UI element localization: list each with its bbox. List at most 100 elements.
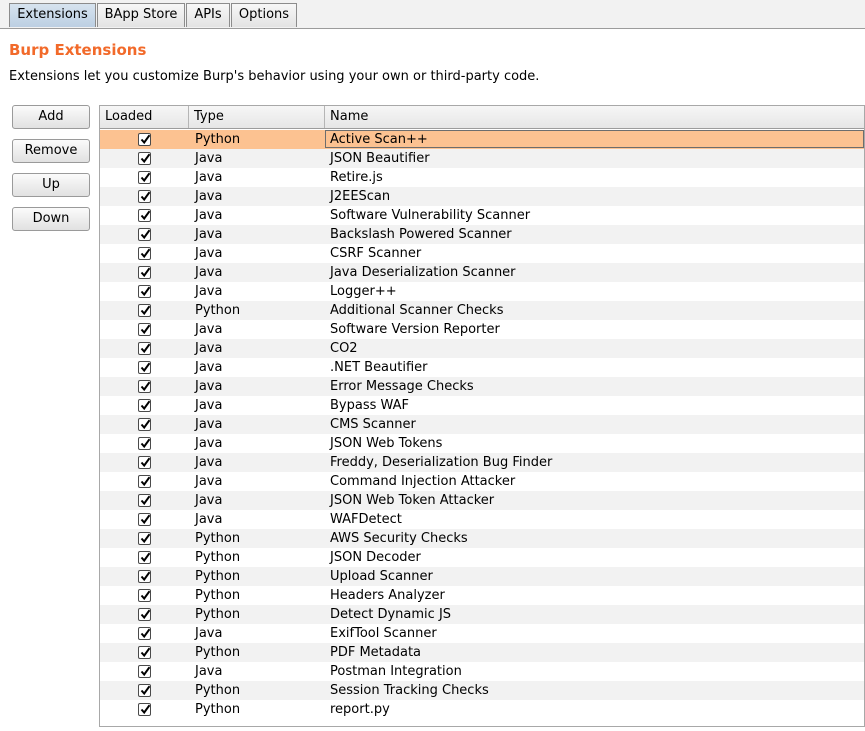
cell-name: AWS Security Checks: [330, 531, 468, 546]
loaded-checkbox[interactable]: [138, 228, 151, 241]
cell-name: Detect Dynamic JS: [330, 607, 452, 622]
table-row[interactable]: Java .NET Beautifier: [100, 358, 864, 377]
checkmark-icon: [140, 191, 151, 202]
loaded-checkbox[interactable]: [138, 342, 151, 355]
tab-bapp-store[interactable]: BApp Store: [97, 3, 185, 27]
loaded-checkbox[interactable]: [138, 152, 151, 165]
checkmark-icon: [140, 533, 151, 544]
loaded-checkbox[interactable]: [138, 209, 151, 222]
table-row[interactable]: Java JSON Web Tokens: [100, 434, 864, 453]
checkmark-icon: [140, 685, 151, 696]
table-row[interactable]: Python Session Tracking Checks: [100, 681, 864, 700]
cell-name: Active Scan++: [330, 132, 428, 147]
table-row[interactable]: Java Command Injection Attacker: [100, 472, 864, 491]
table-row[interactable]: Java Bypass WAF: [100, 396, 864, 415]
table-row[interactable]: Java CO2: [100, 339, 864, 358]
column-header-type[interactable]: Type: [189, 106, 325, 128]
tab-apis[interactable]: APIs: [186, 3, 230, 27]
table-row[interactable]: Python Headers Analyzer: [100, 586, 864, 605]
loaded-checkbox[interactable]: [138, 304, 151, 317]
table-row[interactable]: Python Active Scan++: [100, 130, 864, 149]
loaded-checkbox[interactable]: [138, 266, 151, 279]
loaded-checkbox[interactable]: [138, 703, 151, 716]
tab-options[interactable]: Options: [231, 3, 297, 27]
loaded-checkbox[interactable]: [138, 627, 151, 640]
column-header-name[interactable]: Name: [325, 106, 864, 128]
table-row[interactable]: Java Freddy, Deserialization Bug Finder: [100, 453, 864, 472]
checkmark-icon: [140, 400, 151, 411]
remove-button[interactable]: Remove: [12, 139, 90, 163]
checkmark-icon: [140, 134, 151, 145]
table-row[interactable]: Java Error Message Checks: [100, 377, 864, 396]
cell-type: Java: [195, 265, 223, 280]
table-row[interactable]: Python Detect Dynamic JS: [100, 605, 864, 624]
table-row[interactable]: Java ExifTool Scanner: [100, 624, 864, 643]
table-row[interactable]: Java CMS Scanner: [100, 415, 864, 434]
checkmark-icon: [140, 495, 151, 506]
table-row[interactable]: Java CSRF Scanner: [100, 244, 864, 263]
cell-type: Python: [195, 303, 241, 318]
loaded-checkbox[interactable]: [138, 570, 151, 583]
cell-name: Software Vulnerability Scanner: [330, 208, 531, 223]
loaded-checkbox[interactable]: [138, 551, 151, 564]
table-row[interactable]: Python Upload Scanner: [100, 567, 864, 586]
cell-type: Python: [195, 607, 241, 622]
loaded-checkbox[interactable]: [138, 532, 151, 545]
tab-bar: Extensions BApp Store APIs Options: [0, 0, 865, 29]
checkmark-icon: [140, 153, 151, 164]
checkmark-icon: [140, 210, 151, 221]
column-header-loaded[interactable]: Loaded: [100, 106, 189, 128]
loaded-checkbox[interactable]: [138, 684, 151, 697]
cell-name: .NET Beautifier: [330, 360, 428, 375]
table-row[interactable]: Python Additional Scanner Checks: [100, 301, 864, 320]
loaded-checkbox[interactable]: [138, 494, 151, 507]
loaded-checkbox[interactable]: [138, 247, 151, 260]
tab-extensions[interactable]: Extensions: [9, 3, 96, 27]
table-row[interactable]: Python JSON Decoder: [100, 548, 864, 567]
loaded-checkbox[interactable]: [138, 665, 151, 678]
cell-name: CO2: [330, 341, 358, 356]
cell-type: Python: [195, 645, 241, 660]
loaded-checkbox[interactable]: [138, 646, 151, 659]
loaded-checkbox[interactable]: [138, 323, 151, 336]
loaded-checkbox[interactable]: [138, 418, 151, 431]
loaded-checkbox[interactable]: [138, 437, 151, 450]
table-row[interactable]: Java WAFDetect: [100, 510, 864, 529]
table-row[interactable]: Java Logger++: [100, 282, 864, 301]
cell-type: Java: [195, 189, 223, 204]
loaded-checkbox[interactable]: [138, 190, 151, 203]
table-row[interactable]: Java J2EEScan: [100, 187, 864, 206]
loaded-checkbox[interactable]: [138, 589, 151, 602]
cell-type: Java: [195, 151, 223, 166]
cell-type: Java: [195, 360, 223, 375]
loaded-checkbox[interactable]: [138, 285, 151, 298]
loaded-checkbox[interactable]: [138, 380, 151, 393]
table-row[interactable]: Python AWS Security Checks: [100, 529, 864, 548]
loaded-checkbox[interactable]: [138, 361, 151, 374]
table-row[interactable]: Java Backslash Powered Scanner: [100, 225, 864, 244]
table-row[interactable]: Java Postman Integration: [100, 662, 864, 681]
table-row[interactable]: Python PDF Metadata: [100, 643, 864, 662]
up-button[interactable]: Up: [12, 173, 90, 197]
add-button[interactable]: Add: [12, 105, 90, 129]
loaded-checkbox[interactable]: [138, 608, 151, 621]
loaded-checkbox[interactable]: [138, 456, 151, 469]
loaded-checkbox[interactable]: [138, 171, 151, 184]
table-row[interactable]: Java JSON Web Token Attacker: [100, 491, 864, 510]
cell-type: Java: [195, 455, 223, 470]
table-row[interactable]: Java Software Version Reporter: [100, 320, 864, 339]
cell-name: CSRF Scanner: [330, 246, 422, 261]
down-button[interactable]: Down: [12, 207, 90, 231]
table-row[interactable]: Python report.py: [100, 700, 864, 719]
loaded-checkbox[interactable]: [138, 513, 151, 526]
cell-name: CMS Scanner: [330, 417, 416, 432]
loaded-checkbox[interactable]: [138, 133, 151, 146]
cell-name: JSON Web Token Attacker: [330, 493, 495, 508]
table-row[interactable]: Java JSON Beautifier: [100, 149, 864, 168]
table-row[interactable]: Java Java Deserialization Scanner: [100, 263, 864, 282]
checkmark-icon: [140, 438, 151, 449]
table-row[interactable]: Java Software Vulnerability Scanner: [100, 206, 864, 225]
table-row[interactable]: Java Retire.js: [100, 168, 864, 187]
loaded-checkbox[interactable]: [138, 399, 151, 412]
loaded-checkbox[interactable]: [138, 475, 151, 488]
